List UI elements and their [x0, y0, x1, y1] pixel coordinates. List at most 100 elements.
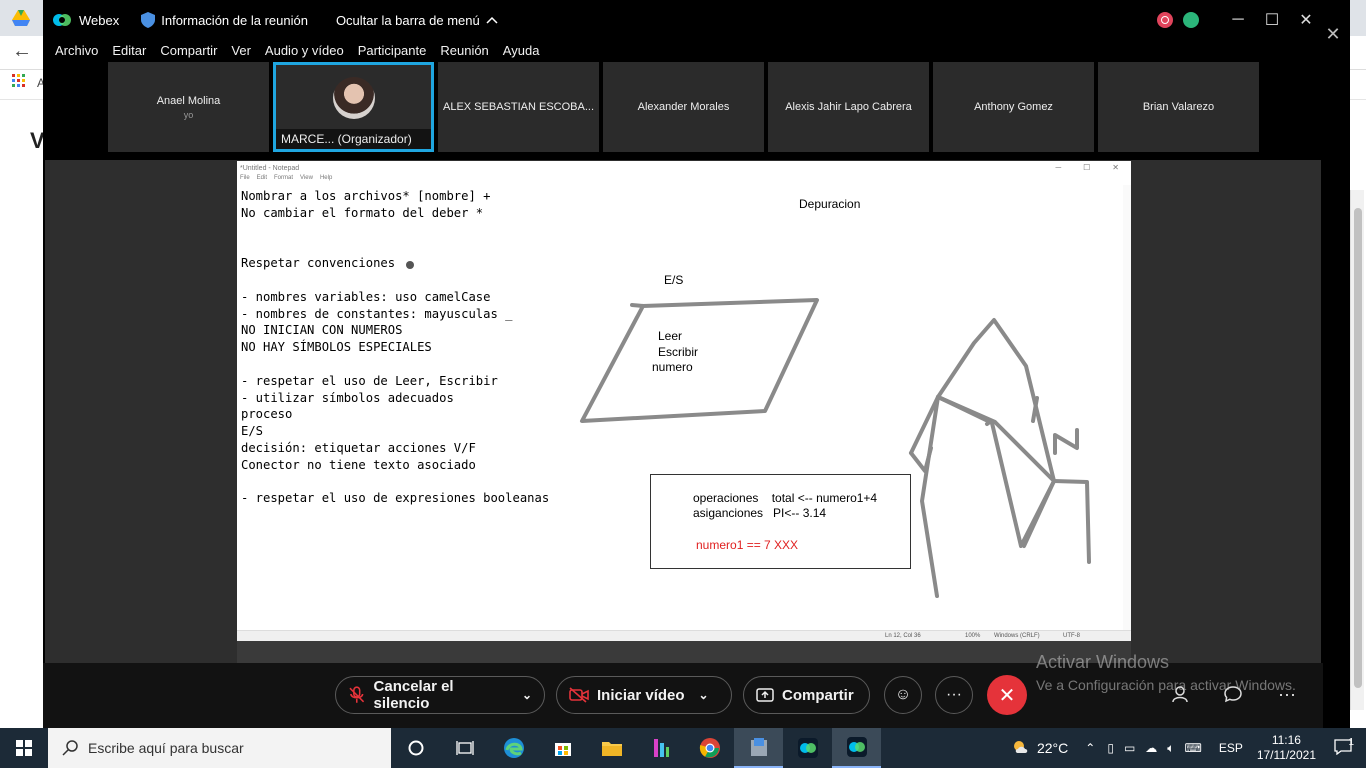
minimize-icon: ─	[1055, 163, 1062, 172]
task-view-button[interactable]	[440, 728, 489, 768]
hide-menu-bar-button[interactable]: Ocultar la barra de menú	[336, 13, 498, 28]
participant-tile[interactable]: Anthony Gomez	[933, 62, 1094, 152]
start-button[interactable]	[0, 728, 48, 768]
webex-menubar: Archivo Editar Compartir Ver Audio y víd…	[43, 40, 1323, 60]
start-video-button[interactable]: Iniciar vídeo ⌄	[556, 676, 732, 714]
assignments-line: asiganciones PI<-- 3.14	[693, 506, 827, 520]
page-scrollbar[interactable]	[1350, 190, 1364, 710]
webex-meetings-icon	[846, 737, 867, 757]
installer-icon	[750, 738, 767, 756]
participant-name: Brian Valarezo	[1142, 101, 1215, 113]
participant-tile-active[interactable]: MARCE... (Organizador)	[273, 62, 434, 152]
input-language[interactable]: ESP	[1219, 741, 1243, 755]
shared-screen-taskbar-strip	[237, 641, 1131, 663]
cloud-icon[interactable]: ☁	[1145, 741, 1157, 755]
ink-dot	[406, 261, 414, 269]
participant-self-label: yo	[183, 109, 194, 120]
notepad-window-controls: ─ ☐ ✕	[1055, 163, 1119, 172]
unmute-button[interactable]: Cancelar el silencio ⌄	[335, 676, 545, 714]
chevron-up-icon	[486, 16, 498, 24]
menu-archivo[interactable]: Archivo	[55, 43, 98, 58]
maximize-button[interactable]: ☐	[1255, 5, 1289, 35]
participant-tile[interactable]: Alexis Jahir Lapo Cabrera	[768, 62, 929, 152]
clock[interactable]: 11:16 17/11/2021	[1257, 733, 1316, 763]
device-icon[interactable]: ▯	[1107, 741, 1114, 755]
cursor-position: Ln 12, Col 36	[885, 633, 921, 639]
windows-taskbar: Escribe aquí para buscar 22°C ⌃ ▯ ▭ ☁ 🔈︎	[0, 728, 1366, 768]
participant-tile[interactable]: Alexander Morales	[603, 62, 764, 152]
volume-icon[interactable]: 🔈︎	[1167, 741, 1174, 756]
chrome-icon	[699, 738, 720, 758]
unmute-label: Cancelar el silencio	[373, 678, 454, 712]
comparison-line: numero1 == 7 XXX	[696, 538, 799, 552]
webex-titlebar: Webex Información de la reunión Ocultar …	[43, 0, 1323, 40]
maximize-icon: ☐	[1083, 163, 1091, 172]
notepad-window: *Untitled - Notepad ─ ☐ ✕ File Edit Form…	[237, 161, 1131, 641]
apps-grid-icon[interactable]	[12, 74, 26, 91]
drive-icon	[12, 10, 30, 31]
taskbar-app-store[interactable]	[538, 728, 587, 768]
close-window-button[interactable]: ✕	[1289, 5, 1323, 35]
webex-logo-icon	[53, 14, 71, 26]
depuracion-label: Depuracion	[799, 197, 861, 211]
battery-icon[interactable]: ▭	[1124, 741, 1135, 755]
operations-line: operaciones total <-- numero1+4	[693, 491, 878, 505]
boolean-expressions-box: operaciones total <-- numero1+4 asiganci…	[650, 474, 911, 569]
taskbar-app-explorer[interactable]	[587, 728, 636, 768]
show-hidden-icons-icon[interactable]: ⌃	[1085, 741, 1095, 755]
flask-icon	[653, 739, 669, 757]
menu-reunion[interactable]: Reunión	[440, 43, 488, 58]
participant-tile[interactable]: Brian Valarezo	[1098, 62, 1259, 152]
temperature[interactable]: 22°C	[1037, 740, 1068, 756]
shield-icon[interactable]	[141, 12, 156, 28]
chevron-down-icon[interactable]: ⌄	[522, 688, 532, 702]
menu-participante[interactable]: Participante	[358, 43, 427, 58]
participant-name: Anthony Gomez	[974, 101, 1053, 113]
webex-side-strip	[1323, 0, 1350, 728]
menu-ayuda[interactable]: Ayuda	[503, 43, 540, 58]
back-arrow-icon[interactable]: ←	[12, 40, 32, 63]
handwritten-n	[1053, 428, 1079, 455]
taskbar-app-installer[interactable]	[734, 728, 783, 768]
close-side-panel-button[interactable]: ✕	[1323, 24, 1343, 44]
taskbar-app-webex-2[interactable]	[832, 728, 881, 768]
reactions-button[interactable]: ☺	[884, 676, 922, 714]
taskbar-app-edge[interactable]	[489, 728, 538, 768]
notifications-button[interactable]: 1	[1334, 737, 1354, 758]
video-off-icon	[569, 687, 589, 703]
numero-label: numero	[652, 360, 693, 374]
menu-audio-video[interactable]: Audio y vídeo	[265, 43, 344, 58]
webex-window: Webex Información de la reunión Ocultar …	[43, 0, 1323, 728]
taskbar-app-webex-1[interactable]	[783, 728, 832, 768]
recording-indicator-icon[interactable]	[1157, 12, 1173, 28]
chevron-down-icon[interactable]: ⌄	[699, 688, 709, 702]
emoji-icon: ☺	[894, 686, 912, 703]
menu-editar[interactable]: Editar	[112, 43, 146, 58]
participant-tile[interactable]: Anael Molina yo	[108, 62, 269, 152]
participant-name: MARCE... (Organizador)	[276, 129, 431, 149]
keyboard-icon[interactable]: ⌨	[1184, 741, 1201, 755]
participant-tile[interactable]: ALEX SEBASTIAN ESCOBA...	[438, 62, 599, 152]
watermark-title: Activar Windows	[1036, 652, 1170, 672]
notepad-menu-format: Format	[274, 175, 294, 181]
menu-ver[interactable]: Ver	[231, 43, 251, 58]
cortana-button[interactable]	[391, 728, 440, 768]
meeting-info-link[interactable]: Información de la reunión	[161, 13, 308, 28]
more-icon: ···	[946, 686, 962, 703]
notepad-title: *Untitled - Notepad	[240, 164, 300, 172]
encoding: UTF-8	[1063, 633, 1080, 639]
taskbar-app-lab[interactable]	[636, 728, 685, 768]
webex-app-icon	[797, 738, 818, 758]
weather-icon[interactable]	[1011, 738, 1031, 759]
taskbar-search-box[interactable]: Escribe aquí para buscar	[48, 728, 391, 768]
taskbar-app-chrome[interactable]	[685, 728, 734, 768]
notepad-scrollbar	[1123, 185, 1131, 630]
minimize-button[interactable]: ─	[1221, 5, 1255, 35]
leave-meeting-button[interactable]: ✕	[987, 675, 1027, 715]
connection-stats-icon[interactable]	[1183, 12, 1199, 28]
share-button[interactable]: Compartir	[743, 676, 870, 714]
menu-compartir[interactable]: Compartir	[160, 43, 217, 58]
more-options-button[interactable]: ···	[935, 676, 973, 714]
titlebar-right-group: ─ ☐ ✕	[1157, 0, 1323, 40]
scrollbar-thumb[interactable]	[1354, 208, 1362, 688]
